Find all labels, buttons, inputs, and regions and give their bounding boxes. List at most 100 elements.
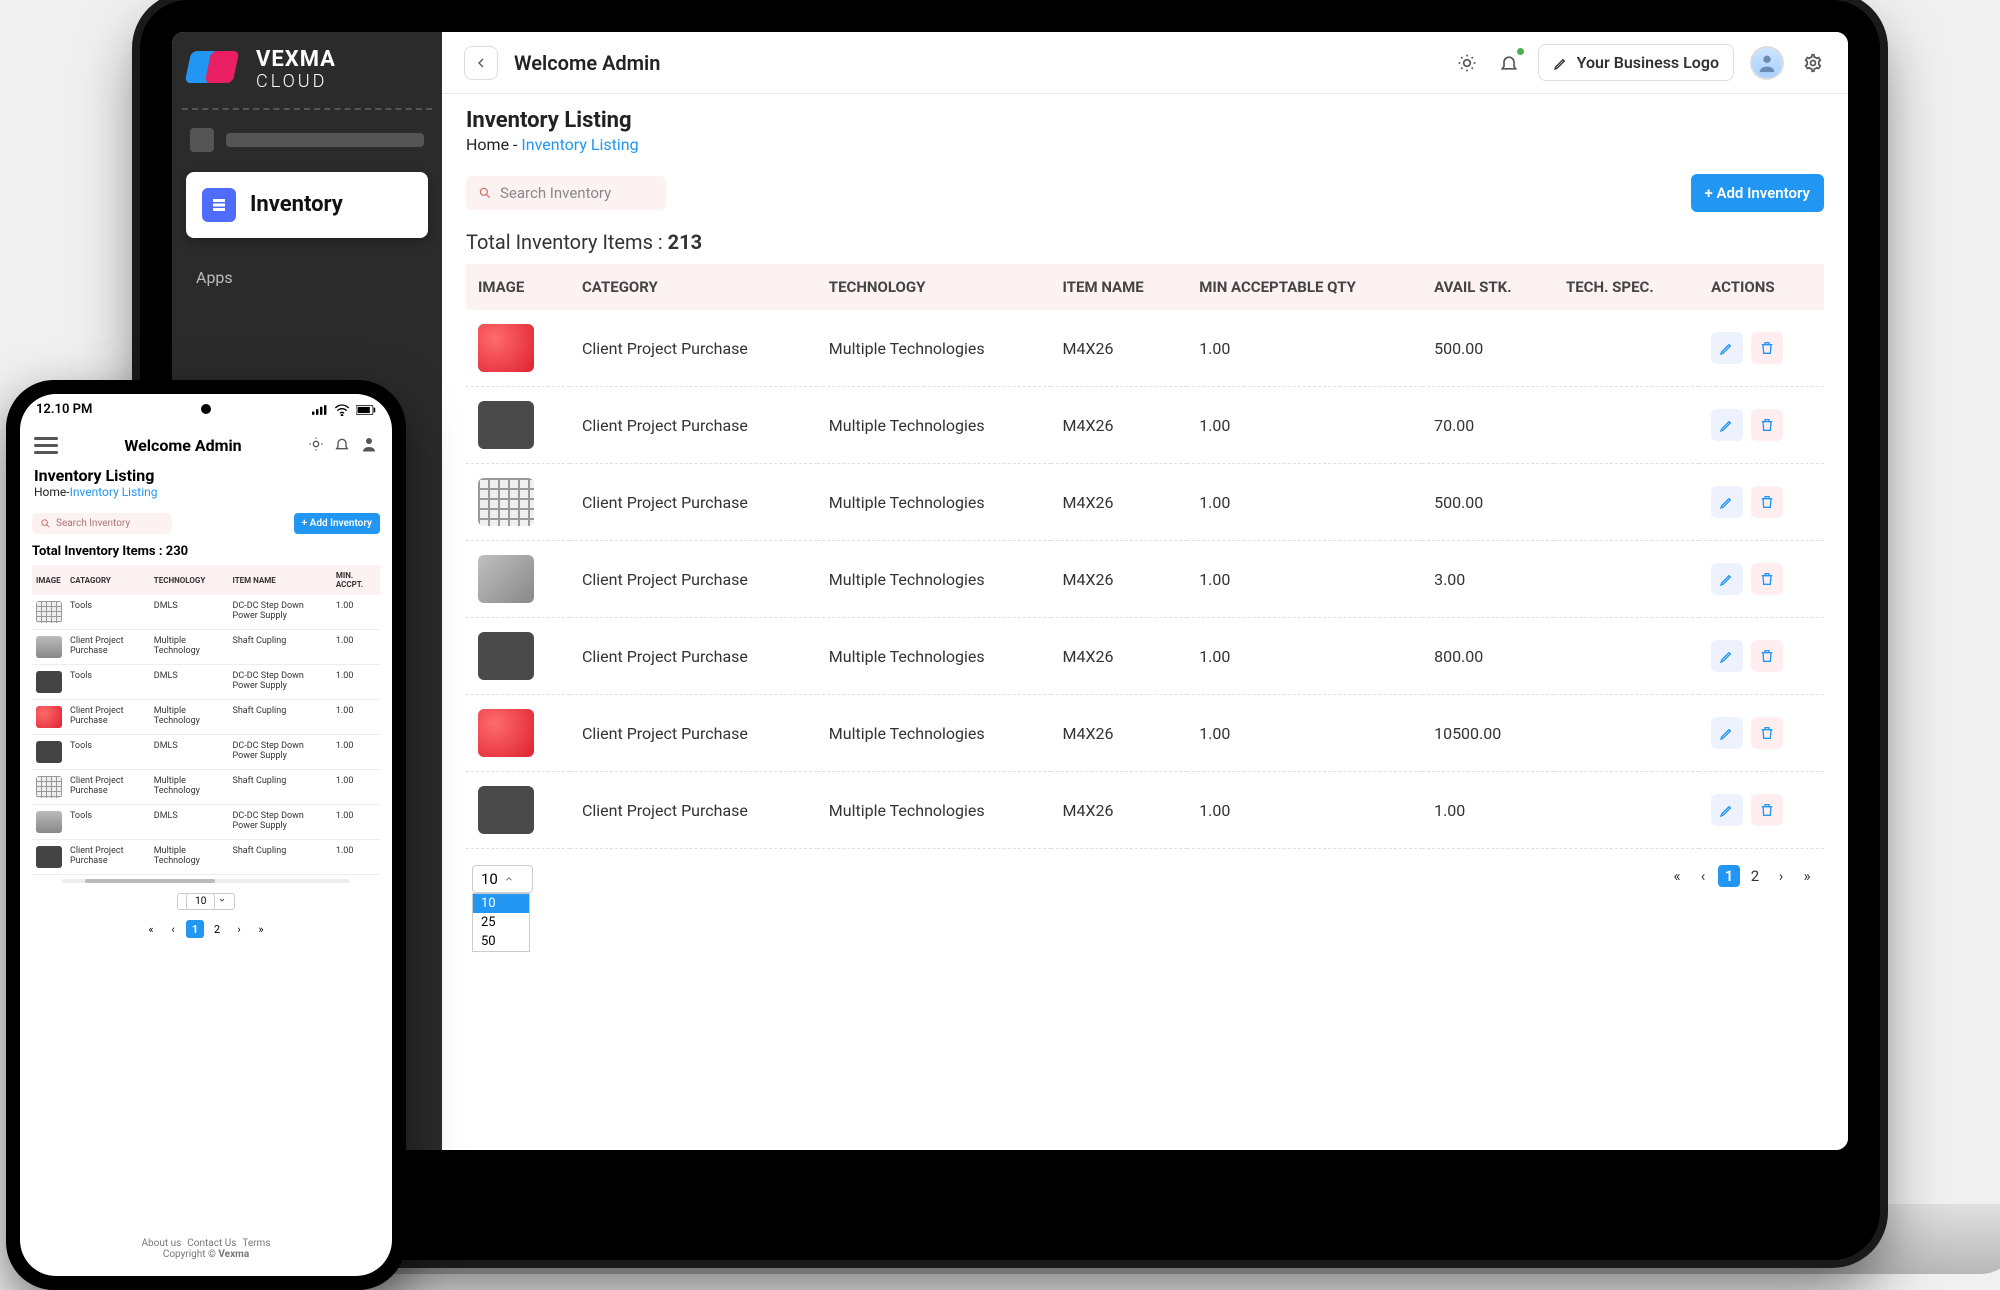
pager-page-2[interactable]: 2 [1744, 865, 1766, 887]
phone-pager-prev[interactable]: ‹ [164, 920, 182, 938]
cell-avail-stk: 1.00 [1422, 772, 1554, 849]
laptop-notch [900, 0, 1120, 28]
phone-search-input[interactable]: Search Inventory [32, 513, 172, 534]
column-header[interactable]: MIN. ACCPT. [332, 565, 380, 595]
delete-button[interactable] [1751, 717, 1783, 749]
pager-next[interactable]: › [1770, 865, 1792, 887]
delete-button[interactable] [1751, 332, 1783, 364]
page-size-option[interactable]: 25 [473, 913, 529, 932]
phone-breadcrumb-home[interactable]: Home [34, 485, 66, 499]
breadcrumb-home[interactable]: Home [466, 135, 509, 154]
phone-add-inventory-button[interactable]: + Add Inventory [294, 513, 380, 534]
cell-item-name: Shaft Cupling [228, 840, 331, 875]
notification-dot [1517, 48, 1524, 55]
column-header[interactable]: IMAGE [32, 565, 66, 595]
business-logo-button[interactable]: Your Business Logo [1538, 44, 1734, 81]
pager-last[interactable]: » [1796, 865, 1818, 887]
delete-button[interactable] [1751, 640, 1783, 672]
footer-link[interactable]: Contact Us [187, 1238, 236, 1249]
edit-button[interactable] [1711, 717, 1743, 749]
column-header[interactable]: AVAIL STK. [1422, 264, 1554, 310]
phone-pager-page-2[interactable]: 2 [208, 920, 226, 938]
cell-min-qty: 1.00 [1187, 695, 1422, 772]
cell-min-accpt: 1.00 [332, 805, 380, 840]
phone-footer: About usContact UsTerms Copyright © Vexm… [20, 1232, 392, 1276]
phone-horizontal-scrollbar[interactable] [62, 879, 350, 883]
table-row: ToolsDMLSDC-DC Step Down Power Supply1.0… [32, 595, 380, 630]
sidebar-item-label: Inventory [250, 192, 343, 217]
cell-category: Client Project Purchase [570, 464, 817, 541]
search-input[interactable]: Search Inventory [466, 176, 666, 210]
cell-item-name: M4X26 [1051, 772, 1188, 849]
theme-toggle-icon[interactable] [1454, 50, 1480, 76]
edit-button[interactable] [1711, 640, 1743, 672]
table-row: Client Project PurchaseMultiple Technolo… [466, 695, 1824, 772]
settings-icon[interactable] [1800, 50, 1826, 76]
breadcrumb-current[interactable]: Inventory Listing [521, 135, 638, 154]
cell-avail-stk: 3.00 [1422, 541, 1554, 618]
back-button[interactable] [464, 46, 498, 80]
phone-page-title: Inventory Listing [34, 466, 378, 485]
phone-theme-icon[interactable] [308, 436, 324, 455]
column-header[interactable]: IMAGE [466, 264, 570, 310]
inventory-icon [202, 188, 236, 222]
search-icon [478, 186, 492, 200]
page-size-option[interactable]: 50 [473, 932, 529, 951]
user-avatar[interactable] [1750, 46, 1784, 80]
cell-technology: DMLS [150, 665, 229, 700]
phone-breadcrumb-current[interactable]: Inventory Listing [70, 485, 158, 499]
phone-pager-page-1[interactable]: 1 [186, 920, 204, 938]
item-thumbnail [478, 709, 534, 757]
edit-button[interactable] [1711, 409, 1743, 441]
column-header[interactable]: TECHNOLOGY [817, 264, 1051, 310]
phone-table-scroll[interactable]: IMAGECATAGORYTECHNOLOGYITEM NAMEMIN. ACC… [32, 565, 380, 875]
column-header[interactable]: TECHNOLOGY [150, 565, 229, 595]
column-header[interactable]: CATAGORY [66, 565, 150, 595]
menu-icon[interactable] [34, 437, 58, 454]
cell-technology: Multiple Technology [150, 770, 229, 805]
sidebar-item-inventory[interactable]: Inventory [186, 172, 428, 238]
pager-page-1[interactable]: 1 [1718, 865, 1740, 887]
item-thumbnail [478, 324, 534, 372]
delete-button[interactable] [1751, 486, 1783, 518]
column-header[interactable]: CATEGORY [570, 264, 817, 310]
column-header[interactable]: ITEM NAME [1051, 264, 1188, 310]
page-size-menu[interactable]: 102550 [472, 893, 530, 952]
skeleton-icon [190, 128, 214, 152]
cell-technology: Multiple Technologies [817, 387, 1051, 464]
phone-notifications-icon[interactable] [334, 436, 350, 455]
edit-button[interactable] [1711, 486, 1743, 518]
cell-tech-spec [1554, 772, 1699, 849]
delete-button[interactable] [1751, 794, 1783, 826]
edit-button[interactable] [1711, 794, 1743, 826]
delete-button[interactable] [1751, 409, 1783, 441]
column-header[interactable]: ITEM NAME [228, 565, 331, 595]
cell-avail-stk: 70.00 [1422, 387, 1554, 464]
table-row: Client Project PurchaseMultiple Technolo… [32, 770, 380, 805]
column-header[interactable]: MIN ACCEPTABLE QTY [1187, 264, 1422, 310]
delete-button[interactable] [1751, 563, 1783, 595]
notifications-icon[interactable] [1496, 50, 1522, 76]
page-header: Inventory Listing Home - Inventory Listi… [442, 94, 1848, 160]
phone-pager-first[interactable]: « [142, 920, 160, 938]
phone-user-icon[interactable] [360, 435, 378, 456]
phone-pager-last[interactable]: » [252, 920, 270, 938]
pager-prev[interactable]: ‹ [1692, 865, 1714, 887]
edit-button[interactable] [1711, 332, 1743, 364]
edit-button[interactable] [1711, 563, 1743, 595]
add-inventory-button[interactable]: + Add Inventory [1691, 174, 1825, 212]
cell-item-name: M4X26 [1051, 464, 1188, 541]
page-size-option[interactable]: 10 [473, 894, 529, 913]
column-header[interactable]: TECH. SPEC. [1554, 264, 1699, 310]
footer-link[interactable]: Terms [242, 1238, 270, 1249]
page-size-select[interactable]: 10 102550 [472, 865, 533, 893]
column-header[interactable]: ACTIONS [1699, 264, 1824, 310]
phone-page-size[interactable]: 10 [32, 893, 380, 910]
footer-link[interactable]: About us [142, 1238, 182, 1249]
cell-min-qty: 1.00 [1187, 618, 1422, 695]
pager-first[interactable]: « [1666, 865, 1688, 887]
phone-pager-next[interactable]: › [230, 920, 248, 938]
sidebar-section-apps[interactable]: Apps [172, 238, 442, 317]
cell-avail-stk: 500.00 [1422, 464, 1554, 541]
cell-min-accpt: 1.00 [332, 770, 380, 805]
